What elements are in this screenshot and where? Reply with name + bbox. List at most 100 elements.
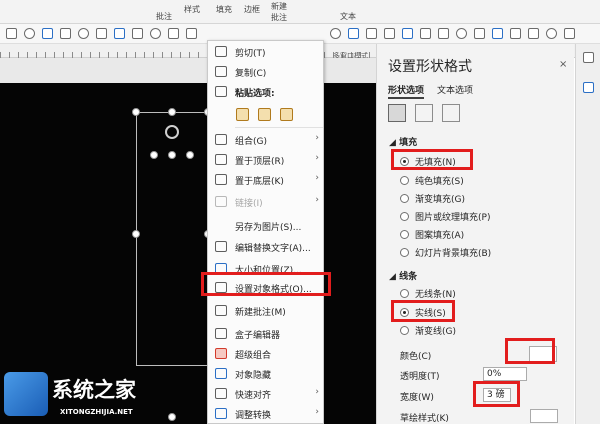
- shape-tool-icon[interactable]: [420, 28, 431, 39]
- shape-tool-icon[interactable]: [132, 28, 143, 39]
- paste-picture-icon[interactable]: [258, 108, 271, 121]
- menu-item-adjust-convert[interactable]: 调整转换 ›: [208, 403, 325, 424]
- shape-tool-icon[interactable]: [348, 28, 359, 39]
- menu-item-label: 快速对齐: [235, 391, 272, 401]
- menu-item-super-group[interactable]: 超级组合: [208, 343, 325, 364]
- shape-tool-icon[interactable]: [564, 28, 575, 39]
- shape-tool-icon[interactable]: [42, 28, 53, 39]
- sketch-style-dropdown[interactable]: [530, 409, 558, 423]
- menu-item-hide-object[interactable]: 对象隐藏: [208, 363, 325, 384]
- shape-tool-icon[interactable]: [510, 28, 521, 39]
- radio-label: 纯色填充(S): [415, 177, 464, 187]
- collapse-icon: ◢: [389, 272, 396, 282]
- menu-item-copy[interactable]: 复制(C): [208, 61, 325, 82]
- menu-item-send-to-back[interactable]: 置于底层(K) ›: [208, 169, 325, 190]
- ribbon-group-border[interactable]: 边框: [244, 4, 260, 15]
- shape-tool-icon[interactable]: [114, 28, 125, 39]
- menu-item-new-comment[interactable]: 新建批注(M): [208, 300, 325, 321]
- shape-tool-icon[interactable]: [384, 28, 395, 39]
- menu-item-label: 复制(C): [235, 69, 267, 79]
- chevron-right-icon: ›: [315, 387, 319, 397]
- paste-text-icon[interactable]: [280, 108, 293, 121]
- bring-front-icon: [215, 154, 227, 165]
- paste-keep-format-icon[interactable]: [236, 108, 249, 121]
- menu-item-quick-align[interactable]: 快速对齐 ›: [208, 383, 325, 404]
- shape-tool-icon[interactable]: [96, 28, 107, 39]
- radio-label: 渐变填充(G): [415, 195, 465, 205]
- ribbon-group-text[interactable]: 文本: [340, 11, 356, 22]
- shape-tool-icon[interactable]: [150, 28, 161, 39]
- watermark: 系统之家 XITONGZHIJIA.NET: [0, 366, 175, 424]
- new-comment-icon: [215, 305, 227, 316]
- menu-item-link: 链接(I) ›: [208, 191, 325, 212]
- menu-item-save-as-picture[interactable]: 另存为图片(S)...: [208, 215, 325, 236]
- menu-item-label: 剪切(T): [235, 49, 266, 59]
- radio-button[interactable]: [400, 194, 409, 203]
- shape-tool-icon[interactable]: [438, 28, 449, 39]
- shape-tool-icon[interactable]: [6, 28, 17, 39]
- menu-item-cut[interactable]: 剪切(T): [208, 41, 325, 62]
- shape-tool-icon[interactable]: [492, 28, 503, 39]
- shape-tool-icon[interactable]: [60, 28, 71, 39]
- shape-tool-icon[interactable]: [474, 28, 485, 39]
- shape-tool-icon[interactable]: [528, 28, 539, 39]
- radio-label: 图片或纹理填充(P): [415, 213, 491, 223]
- radio-button[interactable]: [400, 248, 409, 257]
- ribbon-group-fill[interactable]: 填充: [216, 4, 232, 15]
- format-pane-tab-icon[interactable]: [583, 82, 594, 93]
- side-task-strip: [575, 44, 600, 424]
- fill-section-header[interactable]: ◢ 填充: [389, 135, 417, 148]
- ribbon-group-comment[interactable]: 批注: [156, 11, 172, 22]
- resize-handle[interactable]: [132, 230, 140, 238]
- ribbon-group-style[interactable]: 样式: [184, 4, 200, 15]
- highlight-solid-line: [391, 300, 455, 322]
- radio-button[interactable]: [400, 212, 409, 221]
- shape-tool-icon[interactable]: [456, 28, 467, 39]
- close-icon[interactable]: ×: [559, 59, 567, 70]
- radio-label: 无线条(N): [415, 290, 456, 300]
- pane-tab-icon[interactable]: [583, 52, 594, 63]
- menu-item-label: 新建批注(M): [235, 308, 286, 318]
- resize-handle[interactable]: [168, 151, 176, 159]
- shape-tool-icon[interactable]: [186, 28, 197, 39]
- shape-tool-icon[interactable]: [330, 28, 341, 39]
- resize-handle[interactable]: [150, 151, 158, 159]
- resize-handle[interactable]: [186, 151, 194, 159]
- tab-text-options[interactable]: 文本选项: [437, 83, 473, 96]
- resize-handle[interactable]: [132, 108, 140, 116]
- highlight-no-fill: [391, 149, 473, 170]
- format-shape-pane: 设置形状格式 × 形状选项 文本选项 ◢ 填充 无填充(N) 纯色填充(S) 渐…: [376, 44, 574, 424]
- radio-label: 渐变线(G): [415, 327, 456, 337]
- shape-tool-icon[interactable]: [168, 28, 179, 39]
- shape-tool-icon[interactable]: [546, 28, 557, 39]
- radio-button[interactable]: [400, 176, 409, 185]
- quick-align-icon: [215, 388, 227, 399]
- rotate-handle-icon[interactable]: [165, 125, 179, 139]
- size-properties-icon[interactable]: [442, 104, 460, 122]
- transparency-input[interactable]: 0%: [483, 367, 527, 381]
- box-editor-icon: [215, 328, 227, 339]
- fill-line-icon[interactable]: [388, 104, 406, 122]
- radio-button[interactable]: [400, 326, 409, 335]
- menu-item-group[interactable]: 组合(G) ›: [208, 129, 325, 150]
- effects-icon[interactable]: [415, 104, 433, 122]
- menu-item-edit-alt-text[interactable]: 编辑替换文字(A)...: [208, 236, 325, 257]
- ribbon: 样式 填充 边框 批注 新建 批注 文本: [0, 0, 600, 24]
- watermark-text: 系统之家: [52, 377, 136, 402]
- shape-tool-icon[interactable]: [24, 28, 35, 39]
- watermark-subtext: XITONGZHIJIA.NET: [60, 408, 133, 416]
- shape-tool-icon[interactable]: [78, 28, 89, 39]
- menu-item-bring-to-front[interactable]: 置于顶层(R) ›: [208, 149, 325, 170]
- shape-tool-icon[interactable]: [366, 28, 377, 39]
- radio-button[interactable]: [400, 230, 409, 239]
- send-back-icon: [215, 174, 227, 185]
- menu-item-paste-options: 粘贴选项:: [208, 81, 325, 102]
- resize-handle[interactable]: [168, 108, 176, 116]
- shape-tool-icon[interactable]: [402, 28, 413, 39]
- tab-shape-options[interactable]: 形状选项: [388, 83, 425, 99]
- ribbon-new-comment[interactable]: 新建: [271, 1, 287, 12]
- line-section-header[interactable]: ◢ 线条: [389, 269, 417, 282]
- menu-item-box-editor[interactable]: 盒子编辑器: [208, 323, 325, 344]
- radio-button[interactable]: [400, 289, 409, 298]
- chevron-right-icon: ›: [315, 173, 319, 183]
